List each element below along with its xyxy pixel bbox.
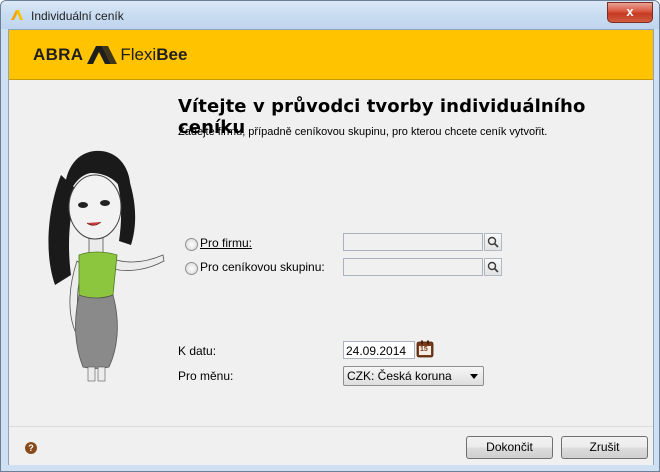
dialog-footer: ? Dokončit Zrušit: [9, 426, 653, 465]
abra-flexibee-logo: ABRA Flexi Bee: [33, 44, 187, 66]
wizard-mascot-illustration: [48, 150, 165, 382]
search-icon: [487, 261, 499, 273]
currency-selected-value: CZK: Česká koruna: [347, 369, 452, 383]
pro-cenikovou-skupinu-radio[interactable]: [185, 262, 198, 275]
cenikova-skupina-search-button[interactable]: [484, 258, 502, 276]
currency-select[interactable]: CZK: Česká koruna: [343, 366, 484, 386]
pro-firmu-radio[interactable]: [185, 238, 198, 251]
zrusit-button[interactable]: Zrušit: [561, 436, 648, 459]
dokoncit-button[interactable]: Dokončit: [466, 436, 553, 459]
logo-bee-text: Bee: [156, 45, 188, 64]
pro-menu-label: Pro měnu:: [178, 369, 234, 383]
logo-abra-text: ABRA: [33, 45, 84, 64]
logo-mark-icon: [87, 46, 118, 64]
logo-flexi-text: Flexi: [120, 45, 157, 64]
title-bar[interactable]: Individuální ceník x: [1, 1, 659, 29]
firma-search-button[interactable]: [484, 233, 502, 251]
close-icon: x: [626, 4, 634, 19]
firma-field[interactable]: [343, 233, 483, 251]
dialog-window: Individuální ceník x ABRA Flexi Bee Vítej…: [0, 0, 660, 472]
pro-firmu-label[interactable]: Pro firmu:: [200, 236, 252, 250]
k-datu-label: K datu:: [178, 344, 217, 358]
cenikova-skupina-field[interactable]: [343, 258, 483, 276]
calendar-day-text: 15: [420, 346, 428, 353]
window-title: Individuální ceník: [31, 9, 124, 23]
help-icon[interactable]: ?: [25, 442, 37, 454]
close-button[interactable]: x: [607, 2, 653, 23]
app-logo-icon: [11, 10, 23, 20]
wizard-content: Vítejte v průvodci tvorby individuálního…: [9, 80, 653, 425]
calendar-button[interactable]: 15: [416, 340, 434, 358]
date-field[interactable]: 24.09.2014: [343, 341, 415, 359]
client-area: ABRA Flexi Bee Vítejte v průvodci tvorby …: [8, 29, 654, 465]
page-subtitle: Zadejte firmu, případně ceníkovou skupin…: [178, 126, 548, 138]
pro-cenikovou-skupinu-label[interactable]: Pro ceníkovou skupinu:: [200, 260, 325, 274]
chevron-down-icon: [470, 374, 478, 379]
brand-banner: ABRA Flexi Bee: [9, 30, 653, 80]
search-icon: [487, 236, 499, 248]
